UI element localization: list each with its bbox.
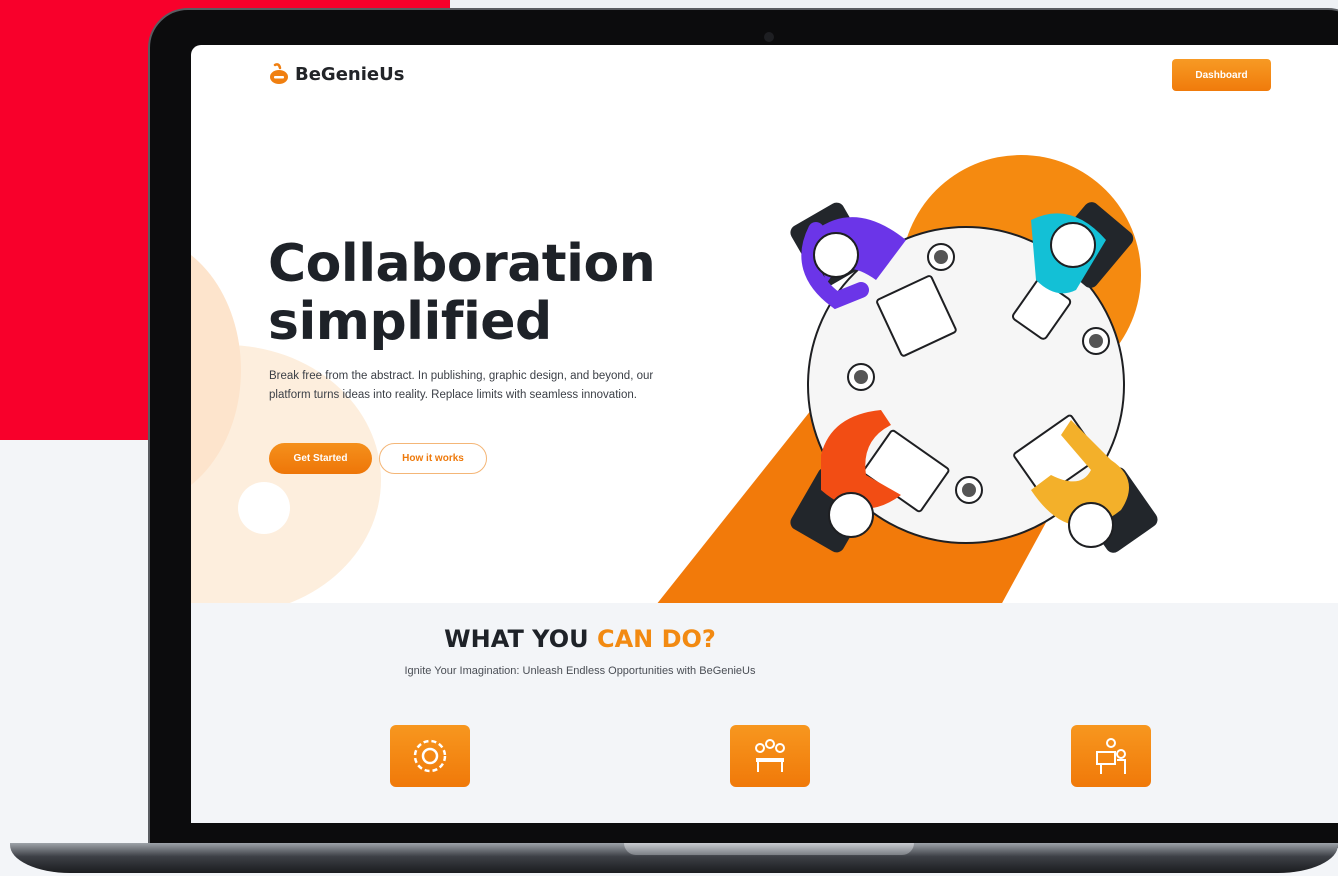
genie-lamp-icon	[270, 63, 288, 84]
get-started-button[interactable]: Get Started	[269, 443, 372, 474]
site-header: BeGenieUs Dashboard	[191, 45, 1338, 115]
hero-description: Break free from the abstract. In publish…	[269, 370, 654, 401]
feature-card-icon-2[interactable]	[730, 725, 810, 787]
brain-gear-icon	[413, 739, 447, 773]
feature-card-icon-3[interactable]	[1071, 725, 1151, 787]
features-subtitle: Ignite Your Imagination: Unleash Endless…	[404, 665, 756, 677]
presentation-icon	[1096, 738, 1126, 774]
laptop-screen: BeGenieUs Dashboard Collaboration simpli…	[191, 45, 1338, 823]
dashboard-button[interactable]: Dashboard	[1172, 59, 1271, 91]
feature-card-icon-1[interactable]	[390, 725, 470, 787]
laptop-base-notch	[624, 843, 914, 855]
camera-icon	[764, 32, 774, 42]
features-title-accent: CAN DO?	[596, 625, 716, 653]
features-title: WHAT YOU CAN DO?	[0, 625, 1160, 653]
logo[interactable]: BeGenieUs	[269, 63, 404, 85]
decorative-dot	[238, 482, 290, 534]
logo-text: BeGenieUs	[295, 63, 405, 85]
hero-title-line1: Collaboration	[268, 234, 656, 294]
hero-title-line2: simplified	[268, 292, 552, 352]
features-title-part1: WHAT YOU	[444, 625, 589, 653]
how-it-works-button[interactable]: How it works	[379, 443, 487, 474]
team-meeting-icon	[755, 739, 785, 772]
team-collaboration-illustration	[656, 155, 1158, 605]
